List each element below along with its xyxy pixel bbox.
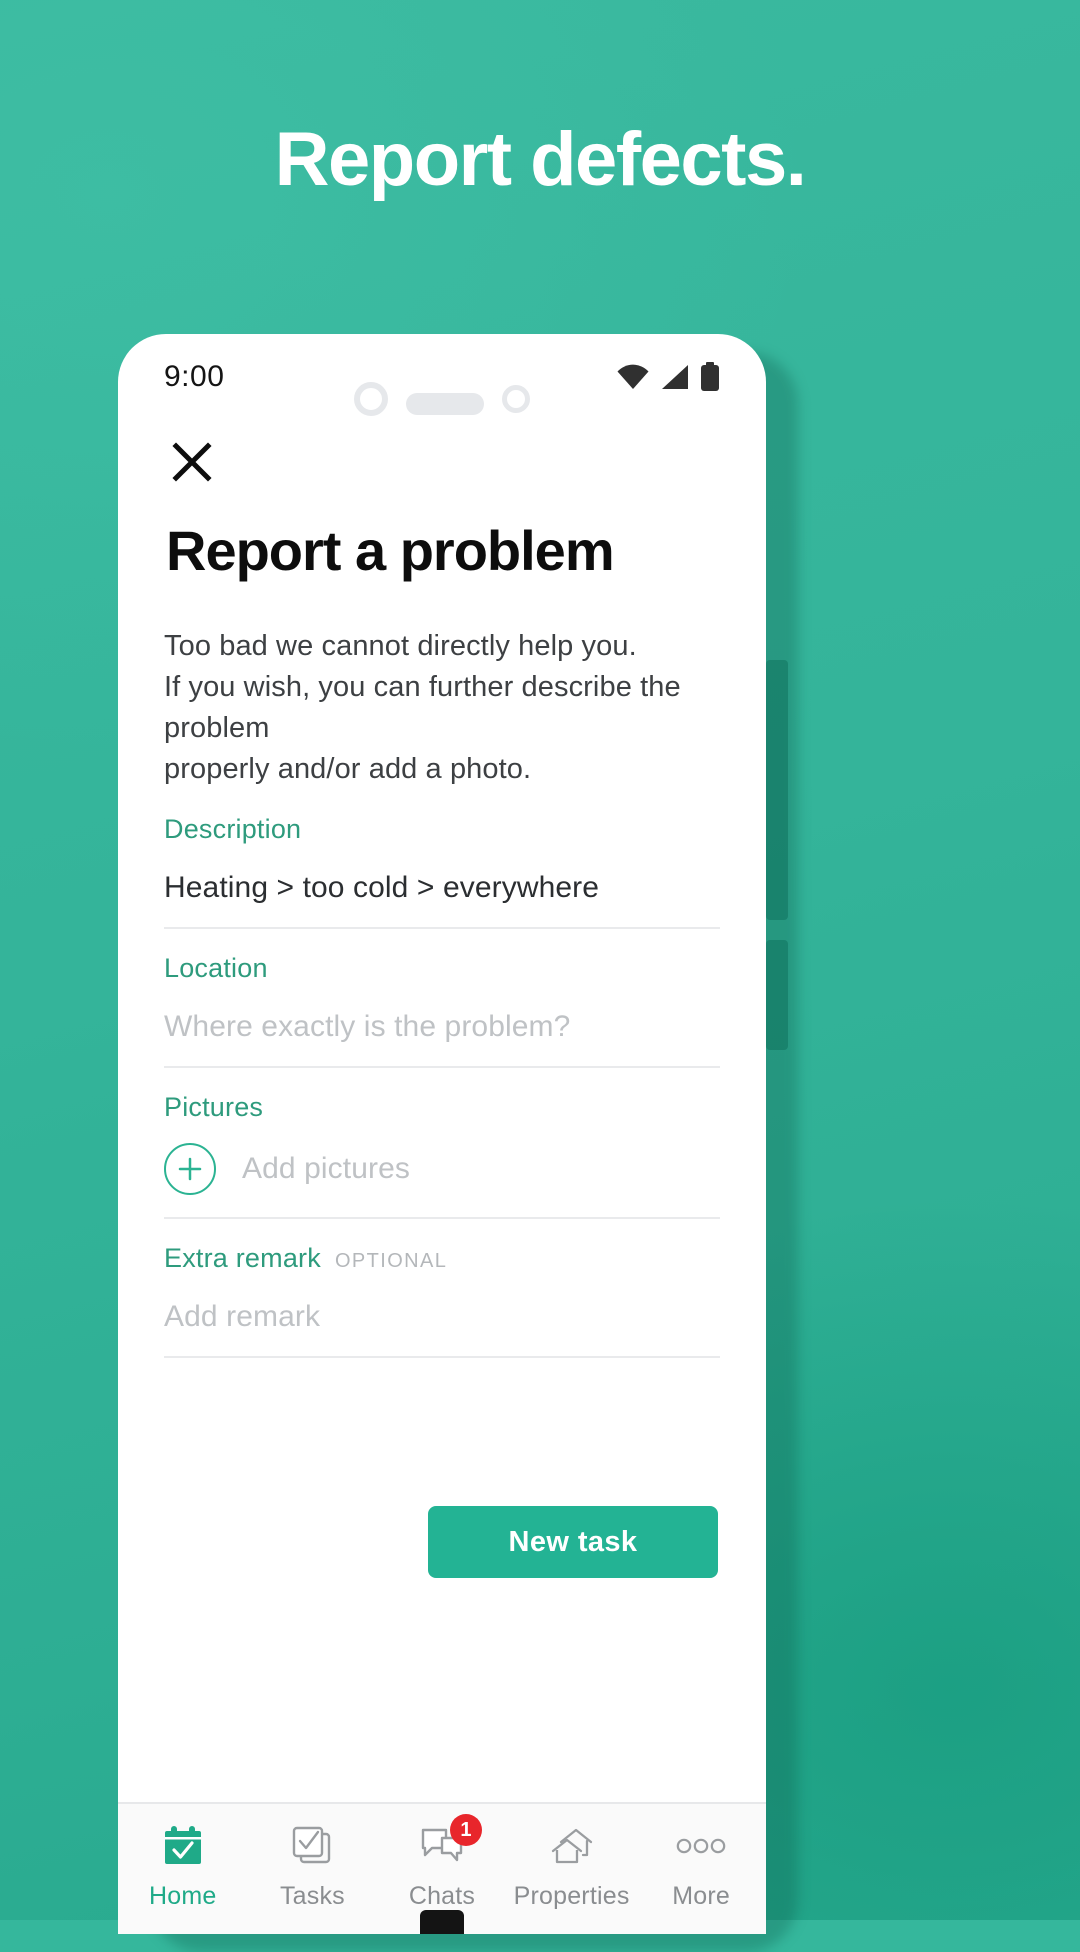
close-button[interactable] [164,434,220,490]
header-bar [164,420,720,498]
wifi-icon [616,364,650,390]
nav-label-home: Home [149,1882,217,1910]
location-input[interactable]: Where exactly is the problem? [164,1010,720,1044]
status-bar-icons [616,362,720,392]
field-label-location: Location [164,953,720,984]
status-bar: 9:00 [118,334,766,420]
nav-label-tasks: Tasks [279,1882,345,1910]
add-pictures-label: Add pictures [242,1152,410,1186]
signal-icon [661,364,689,390]
nav-item-tasks[interactable]: Tasks [248,1820,378,1911]
more-dots-icon [675,1820,727,1872]
sensor-icon [502,385,530,413]
field-label-text: Description [164,814,302,845]
intro-line-1: Too bad we cannot directly help you. [164,629,637,662]
add-pictures-row[interactable]: Add pictures [164,1143,720,1196]
field-label-text: Pictures [164,1092,264,1123]
gesture-home-indicator[interactable] [420,1910,464,1934]
plus-circle-icon[interactable] [164,1143,216,1196]
phone-side-button-volume [766,660,788,920]
field-pictures[interactable]: Pictures Add pictures [164,1068,720,1220]
bottom-navigation: Home Tasks 1 Chats Properties More [118,1802,766,1934]
field-location[interactable]: Location Where exactly is the problem? [164,929,720,1069]
nav-item-home[interactable]: Home [118,1820,248,1911]
intro-line-2: If you wish, you can further describe th… [164,670,681,744]
front-camera-icon [354,382,388,416]
phone-mockup: 9:00 Report a problem Too bad we cannot … [118,334,766,1934]
extra-remark-input[interactable]: Add remark [164,1300,720,1334]
field-label-extra-remark: Extra remark OPTIONAL [164,1243,720,1274]
field-label-text: Extra remark [164,1243,321,1274]
field-label-description: Description [164,814,720,845]
field-label-text: Location [164,953,268,984]
action-area: New task [164,1506,720,1579]
field-extra-remark[interactable]: Extra remark OPTIONAL Add remark [164,1219,720,1359]
houses-icon [548,1820,596,1872]
calendar-check-icon [159,1820,207,1872]
optional-badge: OPTIONAL [334,1250,448,1273]
screen-content: Report a problem Too bad we cannot direc… [118,420,766,1579]
speaker-pill-icon [406,393,484,415]
nav-label-more: More [672,1882,731,1910]
nav-label-properties: Properties [513,1882,630,1910]
intro-paragraph: Too bad we cannot directly help you. If … [164,626,720,791]
intro-line-3: properly and/or add a photo. [164,753,532,786]
nav-item-chats[interactable]: 1 Chats [377,1814,507,1911]
page-title: Report a problem [166,519,615,582]
chats-badge: 1 [449,1814,482,1846]
tasks-icon [288,1820,336,1872]
field-value-description: Heating > too cold > everywhere [164,871,600,905]
new-task-button[interactable]: New task [428,1506,718,1579]
chat-bubbles-icon: 1 [418,1814,482,1872]
nav-item-more[interactable]: More [636,1820,766,1911]
field-description[interactable]: Description Heating > too cold > everywh… [164,790,720,930]
field-label-pictures: Pictures [164,1092,720,1123]
close-icon [170,440,214,484]
battery-icon [700,362,720,392]
marketing-headline: Report defects. [274,117,807,202]
phone-side-button-power [766,940,788,1050]
nav-label-chats: Chats [408,1882,476,1910]
status-bar-clock: 9:00 [164,360,225,393]
camera-cutout-group [354,382,530,416]
nav-item-properties[interactable]: Properties [507,1820,637,1911]
